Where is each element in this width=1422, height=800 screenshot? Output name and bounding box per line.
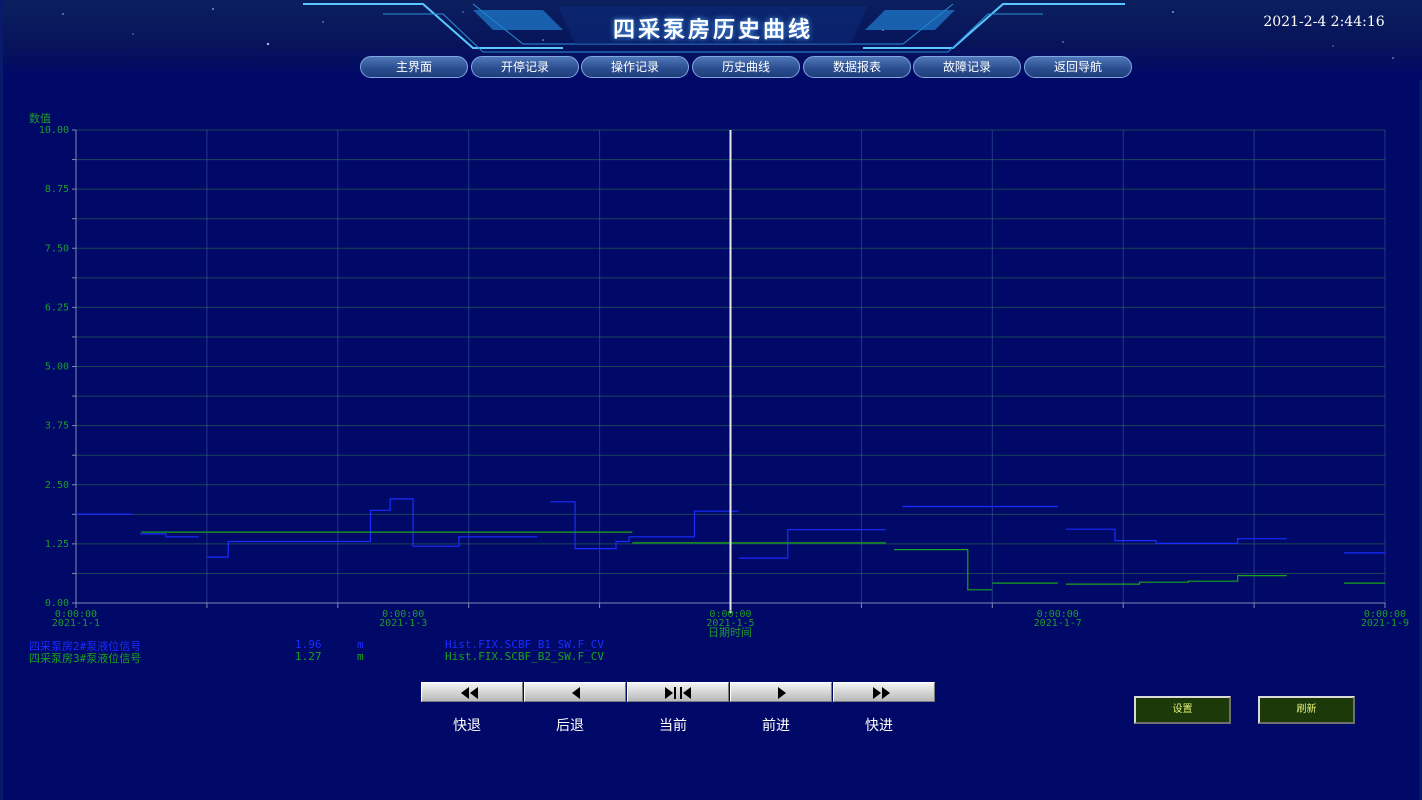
step-forward-button[interactable] bbox=[730, 682, 832, 702]
trend-chart[interactable]: 数值 0.00 1.25 2.50 3.75 5.00 6.25 7.50 8.75 10.00… bbox=[3, 100, 1422, 640]
x-tick-date-label: 2021-1-3 bbox=[379, 618, 427, 629]
y-tick-label: 7.50 bbox=[45, 243, 69, 254]
step-back-icon bbox=[572, 687, 580, 699]
nav-back-to-nav[interactable]: 返回导航 bbox=[1024, 56, 1132, 78]
legend-unit: m bbox=[357, 650, 364, 663]
nav-main[interactable]: 主界面 bbox=[360, 56, 468, 78]
page-title: 四采泵房历史曲线 bbox=[612, 17, 813, 43]
fast-forward-icon bbox=[873, 687, 890, 699]
fast-forward-label: 快进 bbox=[865, 718, 893, 734]
chart-legend: 四采泵房2#泵液位信号 1.96 m Hist.FIX.SCBF_B1_SW.F… bbox=[29, 638, 689, 665]
legend-row[interactable]: 四采泵房3#泵液位信号 1.27 m Hist.FIX.SCBF_B2_SW.F… bbox=[29, 650, 689, 665]
y-tick-label: 5.00 bbox=[45, 362, 69, 373]
series-line-1 bbox=[550, 501, 739, 550]
y-tick-label: 1.25 bbox=[45, 539, 69, 550]
app-window: 四采泵房历史曲线 2021-2-4 2:44:16 主界面 开停记录 操作记录 … bbox=[0, 0, 1422, 800]
step-forward-label: 前进 bbox=[762, 718, 790, 734]
x-axis-label: 日期时间 bbox=[708, 626, 752, 639]
nav-operation-log[interactable]: 操作记录 bbox=[581, 56, 689, 78]
y-tick-label: 8.75 bbox=[45, 184, 69, 195]
legend-tag: Hist.FIX.SCBF_B2_SW.F_CV bbox=[445, 650, 604, 663]
playback-toolbar bbox=[421, 682, 939, 702]
x-tick-date-label: 2021-1-9 bbox=[1361, 618, 1409, 629]
x-tick-date-label: 2021-1-7 bbox=[1034, 618, 1082, 629]
nav-history-trend[interactable]: 历史曲线 bbox=[692, 56, 800, 78]
nav-fault-log[interactable]: 故障记录 bbox=[913, 56, 1021, 78]
step-forward-icon bbox=[778, 687, 786, 699]
datetime-display: 2021-2-4 2:44:16 bbox=[1263, 14, 1385, 30]
y-tick-label: 10.00 bbox=[39, 125, 69, 136]
series-line-1 bbox=[206, 498, 538, 558]
legend-series-name: 四采泵房3#泵液位信号 bbox=[29, 652, 142, 665]
nav-data-report[interactable]: 数据报表 bbox=[803, 56, 911, 78]
fast-rewind-button[interactable] bbox=[421, 682, 523, 702]
legend-row[interactable]: 四采泵房2#泵液位信号 1.96 m Hist.FIX.SCBF_B1_SW.F… bbox=[29, 638, 689, 653]
x-tick-date-label: 2021-1-1 bbox=[52, 618, 100, 629]
step-back-label: 后退 bbox=[556, 718, 584, 734]
chart-axes bbox=[72, 129, 1386, 608]
y-tick-label: 2.50 bbox=[45, 480, 69, 491]
fast-forward-button[interactable] bbox=[833, 682, 935, 702]
fast-rewind-label: 快退 bbox=[453, 718, 481, 734]
refresh-button[interactable]: 刷新 bbox=[1258, 696, 1355, 724]
y-axis-ticks: 0.00 1.25 2.50 3.75 5.00 6.25 7.50 8.75 10.00 bbox=[39, 125, 69, 609]
y-tick-label: 0.00 bbox=[45, 598, 69, 609]
fast-rewind-icon bbox=[461, 687, 478, 699]
settings-button[interactable]: 设置 bbox=[1134, 696, 1231, 724]
y-tick-label: 3.75 bbox=[45, 421, 69, 432]
series-line-1 bbox=[139, 533, 199, 538]
y-axis-label: 数值 bbox=[29, 112, 51, 125]
legend-value: 1.27 bbox=[295, 650, 322, 663]
current-label: 当前 bbox=[659, 718, 687, 734]
current-icon bbox=[665, 687, 691, 699]
series-line-2 bbox=[894, 549, 993, 591]
y-tick-label: 6.25 bbox=[45, 302, 69, 313]
nav-start-stop-log[interactable]: 开停记录 bbox=[471, 56, 579, 78]
current-button[interactable] bbox=[627, 682, 729, 702]
step-back-button[interactable] bbox=[524, 682, 626, 702]
